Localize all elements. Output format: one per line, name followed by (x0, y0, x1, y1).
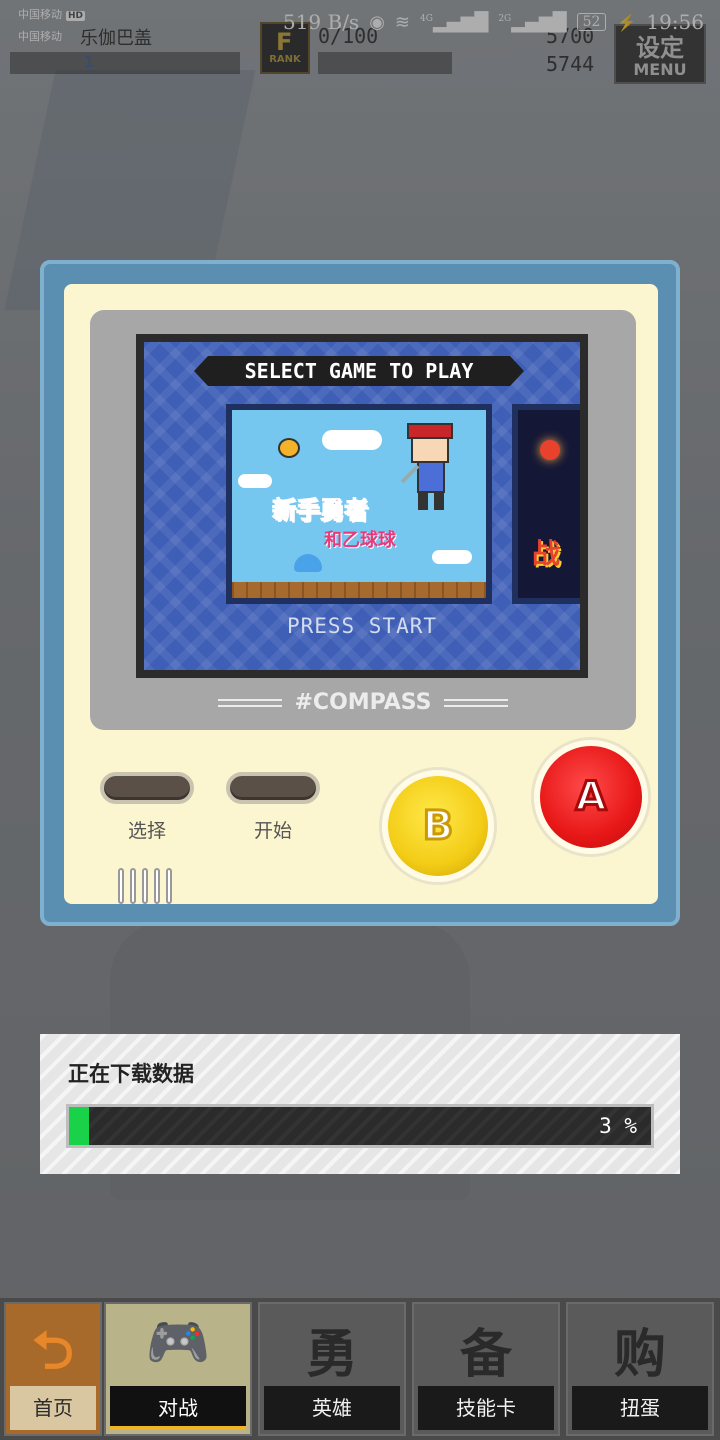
carrier-2: 中国移动 (18, 30, 62, 43)
status-right: 519 B/s ◉ ≋ 4G▂▄▆█ 2G▂▄▆█ 52 ⚡ 19:56 (283, 10, 704, 34)
download-panel: 正在下载数据 3 % (40, 1034, 680, 1174)
status-bar: 中国移动 HD 中国移动 519 B/s ◉ ≋ 4G▂▄▆█ 2G▂▄▆█ 52… (0, 0, 720, 48)
game-card-art: 新手勇者 和乙球球 (232, 410, 486, 598)
handheld-console: SELECT GAME TO PLAY 新手勇者 和乙球球 战 PRESS ST… (40, 260, 680, 926)
battery-indicator: 52 (576, 13, 607, 31)
screen-bezel: SELECT GAME TO PLAY 新手勇者 和乙球球 战 PRESS ST… (90, 310, 636, 730)
console-body: SELECT GAME TO PLAY 新手勇者 和乙球球 战 PRESS ST… (64, 284, 658, 904)
select-label: 选择 (127, 820, 166, 842)
slime-sprite (294, 554, 322, 572)
download-title: 正在下载数据 (68, 1062, 194, 1086)
brand-line-left (218, 699, 283, 707)
charging-icon: ⚡ (616, 12, 637, 32)
speaker-grille (118, 868, 172, 904)
start-button[interactable] (226, 772, 320, 804)
game-card-next-art: 战 (518, 410, 580, 598)
wifi-icon: ≋ (394, 11, 411, 33)
cloud (322, 430, 382, 450)
cloud (432, 550, 472, 564)
gem-count: 5744 (546, 52, 595, 76)
select-game-title: SELECT GAME TO PLAY (194, 356, 524, 386)
signal-4g-icon: 4G▂▄▆█ (420, 11, 489, 33)
player-exp-bar (10, 52, 240, 74)
brand-line-right (443, 699, 508, 707)
tab-gacha[interactable]: 购 扭蛋 (566, 1302, 714, 1436)
console-brand: #COMPASS (90, 690, 636, 715)
tab-skill-card[interactable]: 备 技能卡 (412, 1302, 560, 1436)
select-button[interactable] (100, 772, 194, 804)
download-progress-bar: 3 % (66, 1104, 654, 1148)
game-logo-sub: 和乙球球 (324, 530, 396, 551)
game-card-beginner-hero[interactable]: 新手勇者 和乙球球 (226, 404, 492, 604)
a-button[interactable]: A (534, 740, 648, 854)
tab-hero[interactable]: 勇 英雄 (258, 1302, 406, 1436)
rank-exp-bar (318, 52, 452, 74)
tab-home-label: 首页 (10, 1386, 96, 1430)
hd-badge: HD (66, 11, 86, 21)
hero-icon: 勇 (305, 1325, 358, 1385)
bottom-tab-bar: ⮌ 首页 🎮 对战 勇 英雄 备 技能卡 购 扭蛋 (0, 1298, 720, 1440)
game-card-next-title: 战 (532, 537, 561, 570)
clock: 19:56 (646, 10, 704, 34)
player-level: 1 (84, 52, 94, 71)
ground-tiles (232, 582, 486, 598)
game-screen-content: SELECT GAME TO PLAY 新手勇者 和乙球球 战 PRESS ST… (144, 342, 580, 670)
tab-battle[interactable]: 🎮 对战 (104, 1302, 252, 1436)
carrier-1: 中国移动 HD (18, 8, 86, 21)
press-start-text: PRESS START (286, 614, 438, 638)
tab-battle-label: 对战 (110, 1386, 246, 1430)
hero-sprite (400, 423, 453, 510)
gacha-icon: 购 (613, 1325, 666, 1385)
game-card-next[interactable]: 战 (512, 404, 580, 604)
start-label: 开始 (253, 820, 292, 842)
tab-skill-card-label: 技能卡 (418, 1386, 554, 1430)
tab-gacha-label: 扭蛋 (572, 1386, 708, 1430)
net-speed: 519 B/s (282, 10, 360, 34)
download-percent: 3 % (599, 1114, 637, 1138)
gamepad-icon: 🎮 (145, 1313, 211, 1373)
cloud (238, 474, 272, 488)
bee-sprite (278, 438, 300, 458)
tab-home[interactable]: ⮌ 首页 (4, 1302, 102, 1436)
game-screen: SELECT GAME TO PLAY 新手勇者 和乙球球 战 PRESS ST… (136, 334, 588, 678)
tab-hero-label: 英雄 (264, 1386, 400, 1430)
game-logo: 新手勇者 (272, 496, 369, 525)
signal-2g-icon: 2G▂▄▆█ (498, 11, 567, 33)
download-progress-fill (69, 1107, 90, 1145)
orb-sprite (540, 440, 560, 460)
b-button[interactable]: B (382, 770, 494, 882)
eye-icon: ◉ (369, 11, 385, 33)
card-icon: 备 (459, 1325, 512, 1385)
